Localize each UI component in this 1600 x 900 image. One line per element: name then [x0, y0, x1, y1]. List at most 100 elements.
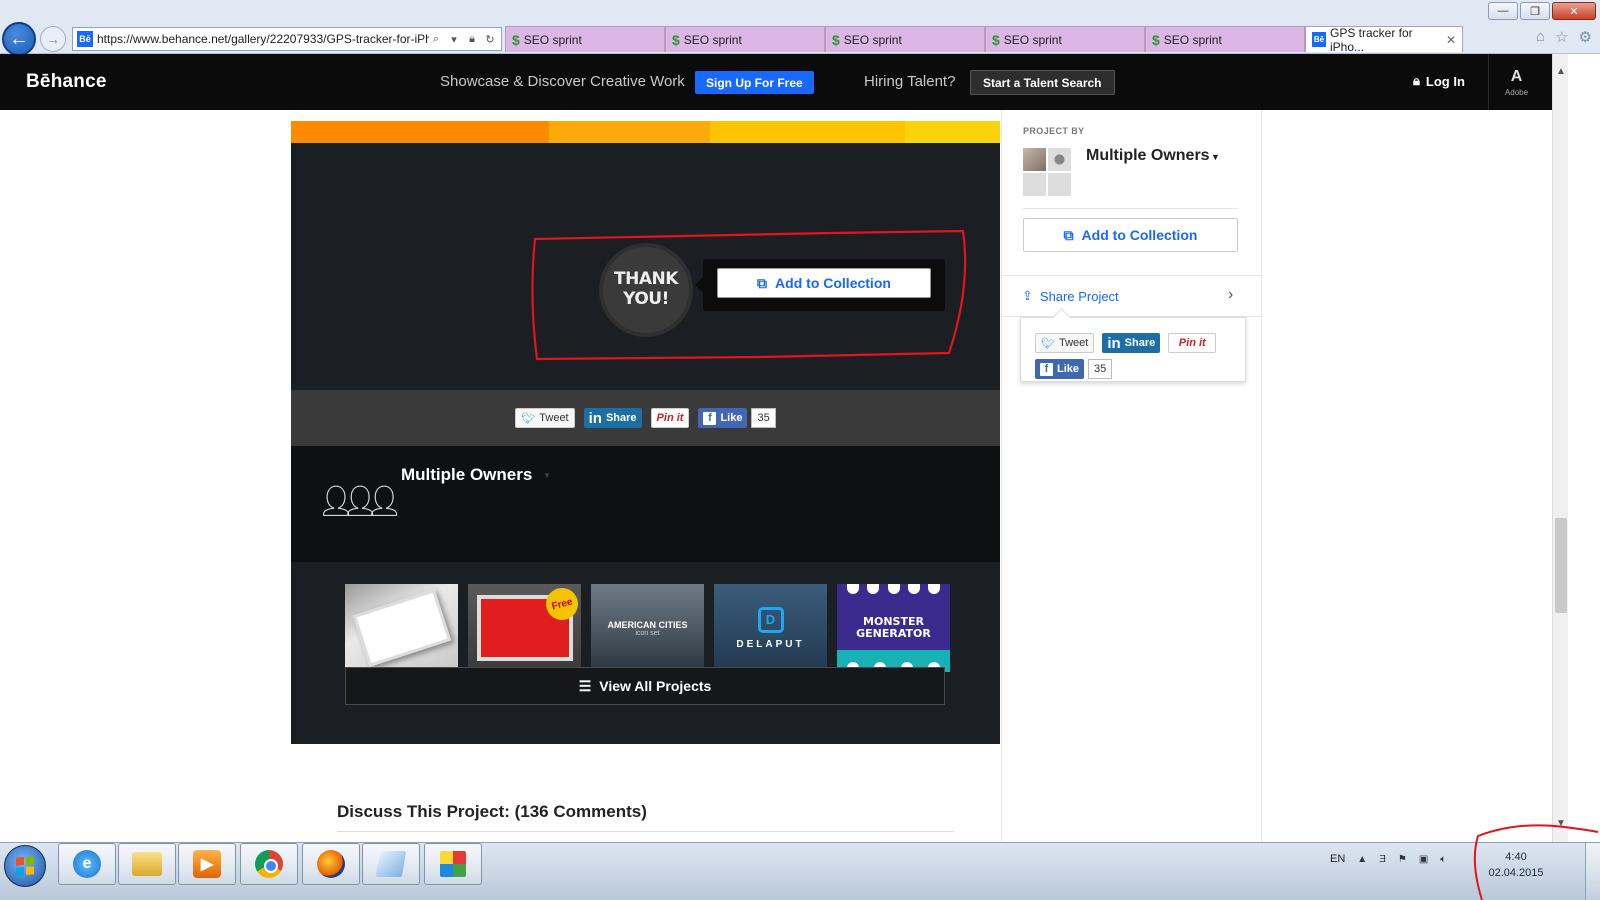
project-sidebar: PROJECT BY Multiple Owners ▼ ⧉ Add to Co…: [1001, 110, 1262, 842]
address-url[interactable]: https://www.behance.net/gallery/22207933…: [97, 32, 429, 46]
collection-add-icon: ⧉: [757, 274, 768, 291]
linkedin-share-button[interactable]: in Share: [1102, 333, 1161, 353]
scroll-up-icon[interactable]: ▲: [1553, 64, 1569, 80]
start-button[interactable]: [4, 845, 46, 887]
seo-sprint-icon: $: [832, 31, 840, 48]
settings-gear-icon[interactable]: ⚙: [1579, 28, 1592, 46]
adobe-link[interactable]: A Adobe: [1488, 54, 1544, 110]
firefox-icon: [317, 850, 345, 878]
favorites-star-icon[interactable]: ☆: [1555, 28, 1568, 46]
project-thumbnail[interactable]: D DELAPUT: [714, 584, 827, 672]
like-count: 35: [1088, 359, 1113, 379]
like-row: f Like 35: [1035, 359, 1113, 379]
taskbar-file-explorer[interactable]: [118, 843, 176, 885]
chevron-down-icon[interactable]: ▼: [543, 471, 551, 480]
browser-toolbar-icons: ⌂ ☆ ⚙: [1536, 28, 1592, 46]
project-thumbnail[interactable]: Free: [468, 584, 581, 672]
facebook-like-button[interactable]: f Like: [698, 408, 748, 428]
chrome-icon: [255, 850, 283, 878]
behance-header: Bēhance Showcase & Discover Creative Wor…: [0, 54, 1552, 110]
taskbar-media-player[interactable]: ▶: [178, 843, 236, 885]
home-icon[interactable]: ⌂: [1536, 28, 1545, 46]
add-to-collection-button[interactable]: ⧉ Add to Collection: [1023, 218, 1238, 252]
close-tab-icon[interactable]: ✕: [1446, 33, 1456, 47]
back-button[interactable]: ←: [2, 22, 36, 56]
talent-search-button[interactable]: Start a Talent Search: [970, 70, 1115, 95]
facebook-icon: f: [703, 411, 717, 425]
log-in-link[interactable]: 🔒︎ Log In: [1413, 73, 1465, 89]
pin-it-button[interactable]: Pin it: [1168, 333, 1217, 353]
avatar: [1023, 173, 1046, 196]
show-desktop-button[interactable]: [1585, 843, 1600, 900]
refresh-icon[interactable]: ↻: [483, 33, 497, 46]
network-icon[interactable]: ▣: [1419, 854, 1428, 865]
tweet-button[interactable]: 🐦︎ Tweet: [1035, 333, 1095, 353]
forward-button[interactable]: →: [40, 26, 66, 52]
behance-logo[interactable]: Bēhance: [26, 71, 107, 93]
lock-icon[interactable]: 🔒︎: [465, 33, 479, 46]
owners-name[interactable]: Multiple Owners: [401, 465, 532, 485]
action-center-icon[interactable]: ⚑: [1398, 854, 1407, 865]
language-indicator[interactable]: EN: [1330, 853, 1345, 865]
facebook-icon: f: [1040, 362, 1053, 376]
share-buttons-row: 🐦︎ Tweet in Share Pin it: [1035, 333, 1217, 353]
forward-arrow-icon: →: [46, 31, 60, 47]
owner-avatars[interactable]: [1023, 148, 1071, 196]
tab-seo-sprint-2[interactable]: $ SEO sprint: [665, 26, 825, 52]
facebook-like-button[interactable]: f Like: [1035, 359, 1085, 379]
tab-seo-sprint-4[interactable]: $ SEO sprint: [985, 26, 1145, 52]
clock-time: 4:40: [1505, 851, 1527, 863]
like-count: 35: [751, 408, 776, 428]
linkedin-icon: in: [588, 409, 602, 427]
taskbar-notepad[interactable]: [362, 843, 420, 885]
seo-sprint-icon: $: [992, 31, 1000, 48]
tweet-button[interactable]: 🐦︎ Tweet: [515, 408, 575, 428]
chevron-down-icon[interactable]: ▼: [1211, 152, 1220, 162]
maximize-button[interactable]: ❐: [1520, 2, 1550, 20]
project-thumbnail[interactable]: MONSTER GENERATOR: [837, 584, 950, 672]
add-to-collection-button[interactable]: ⧉ Add to Collection: [717, 268, 931, 298]
seo-sprint-icon: $: [672, 31, 680, 48]
dropdown-icon[interactable]: ▾: [447, 33, 461, 46]
linkedin-share-button[interactable]: in Share: [583, 408, 642, 428]
owners-dropdown[interactable]: Multiple Owners: [1086, 147, 1210, 165]
avatar: [1048, 173, 1071, 196]
tab-seo-sprint-5[interactable]: $ SEO sprint: [1145, 26, 1305, 52]
share-arrow-icon: ⇪: [1022, 288, 1033, 303]
close-window-button[interactable]: ✕: [1552, 2, 1596, 20]
volume-icon[interactable]: 🔈︎: [1440, 854, 1446, 865]
search-icon[interactable]: ⌕: [429, 33, 443, 46]
taskbar-cube-app[interactable]: [424, 843, 482, 885]
project-thumbnail[interactable]: [345, 584, 458, 672]
taskbar-internet-explorer[interactable]: e: [58, 843, 116, 885]
internet-explorer-icon: e: [73, 850, 101, 878]
tab-seo-sprint-1[interactable]: $ SEO sprint: [505, 26, 665, 52]
lock-icon: 🔒︎: [1413, 73, 1420, 88]
taskbar-firefox[interactable]: [302, 843, 360, 885]
taskbar-chrome[interactable]: [240, 843, 298, 885]
project-by-label: PROJECT BY: [1023, 126, 1085, 136]
grid-list-icon: ☰: [578, 677, 592, 694]
sign-up-button[interactable]: Sign Up For Free: [695, 71, 814, 94]
vertical-scrollbar[interactable]: ▲ ▼: [1552, 54, 1568, 842]
view-all-projects-button[interactable]: ☰ View All Projects: [345, 667, 945, 705]
show-hidden-icons-icon[interactable]: ▲: [1357, 854, 1367, 865]
project-thumbnail[interactable]: AMERICAN CITIES icon set: [591, 584, 704, 672]
window-right-edge: [1568, 54, 1600, 842]
minimize-button[interactable]: —: [1488, 2, 1518, 20]
more-projects-panel: Free AMERICAN CITIES icon set D DELAPUT MO…: [291, 562, 1000, 744]
share-project-toggle[interactable]: ⇪ Share Project: [1022, 288, 1119, 304]
adobe-logo-icon: A: [1510, 67, 1523, 85]
chevron-right-icon[interactable]: ›: [1228, 286, 1233, 304]
scrollbar-thumb[interactable]: [1555, 518, 1567, 613]
tab-seo-sprint-3[interactable]: $ SEO sprint: [825, 26, 985, 52]
scroll-down-icon[interactable]: ▼: [1553, 816, 1569, 832]
system-clock[interactable]: 4:40 02.04.2015: [1486, 849, 1546, 881]
tab-gps-tracker[interactable]: Bē GPS tracker for iPho... ✕: [1305, 26, 1463, 54]
device-mockup: [352, 589, 451, 667]
behance-favicon-icon: Bē: [1312, 32, 1326, 47]
tray-app-icon[interactable]: Ǝ: [1379, 854, 1386, 865]
address-bar[interactable]: Bē https://www.behance.net/gallery/22207…: [72, 27, 502, 51]
share-popover: 🐦︎ Tweet in Share Pin it f Like 35: [1020, 317, 1246, 382]
pin-it-button[interactable]: Pin it: [650, 408, 690, 428]
